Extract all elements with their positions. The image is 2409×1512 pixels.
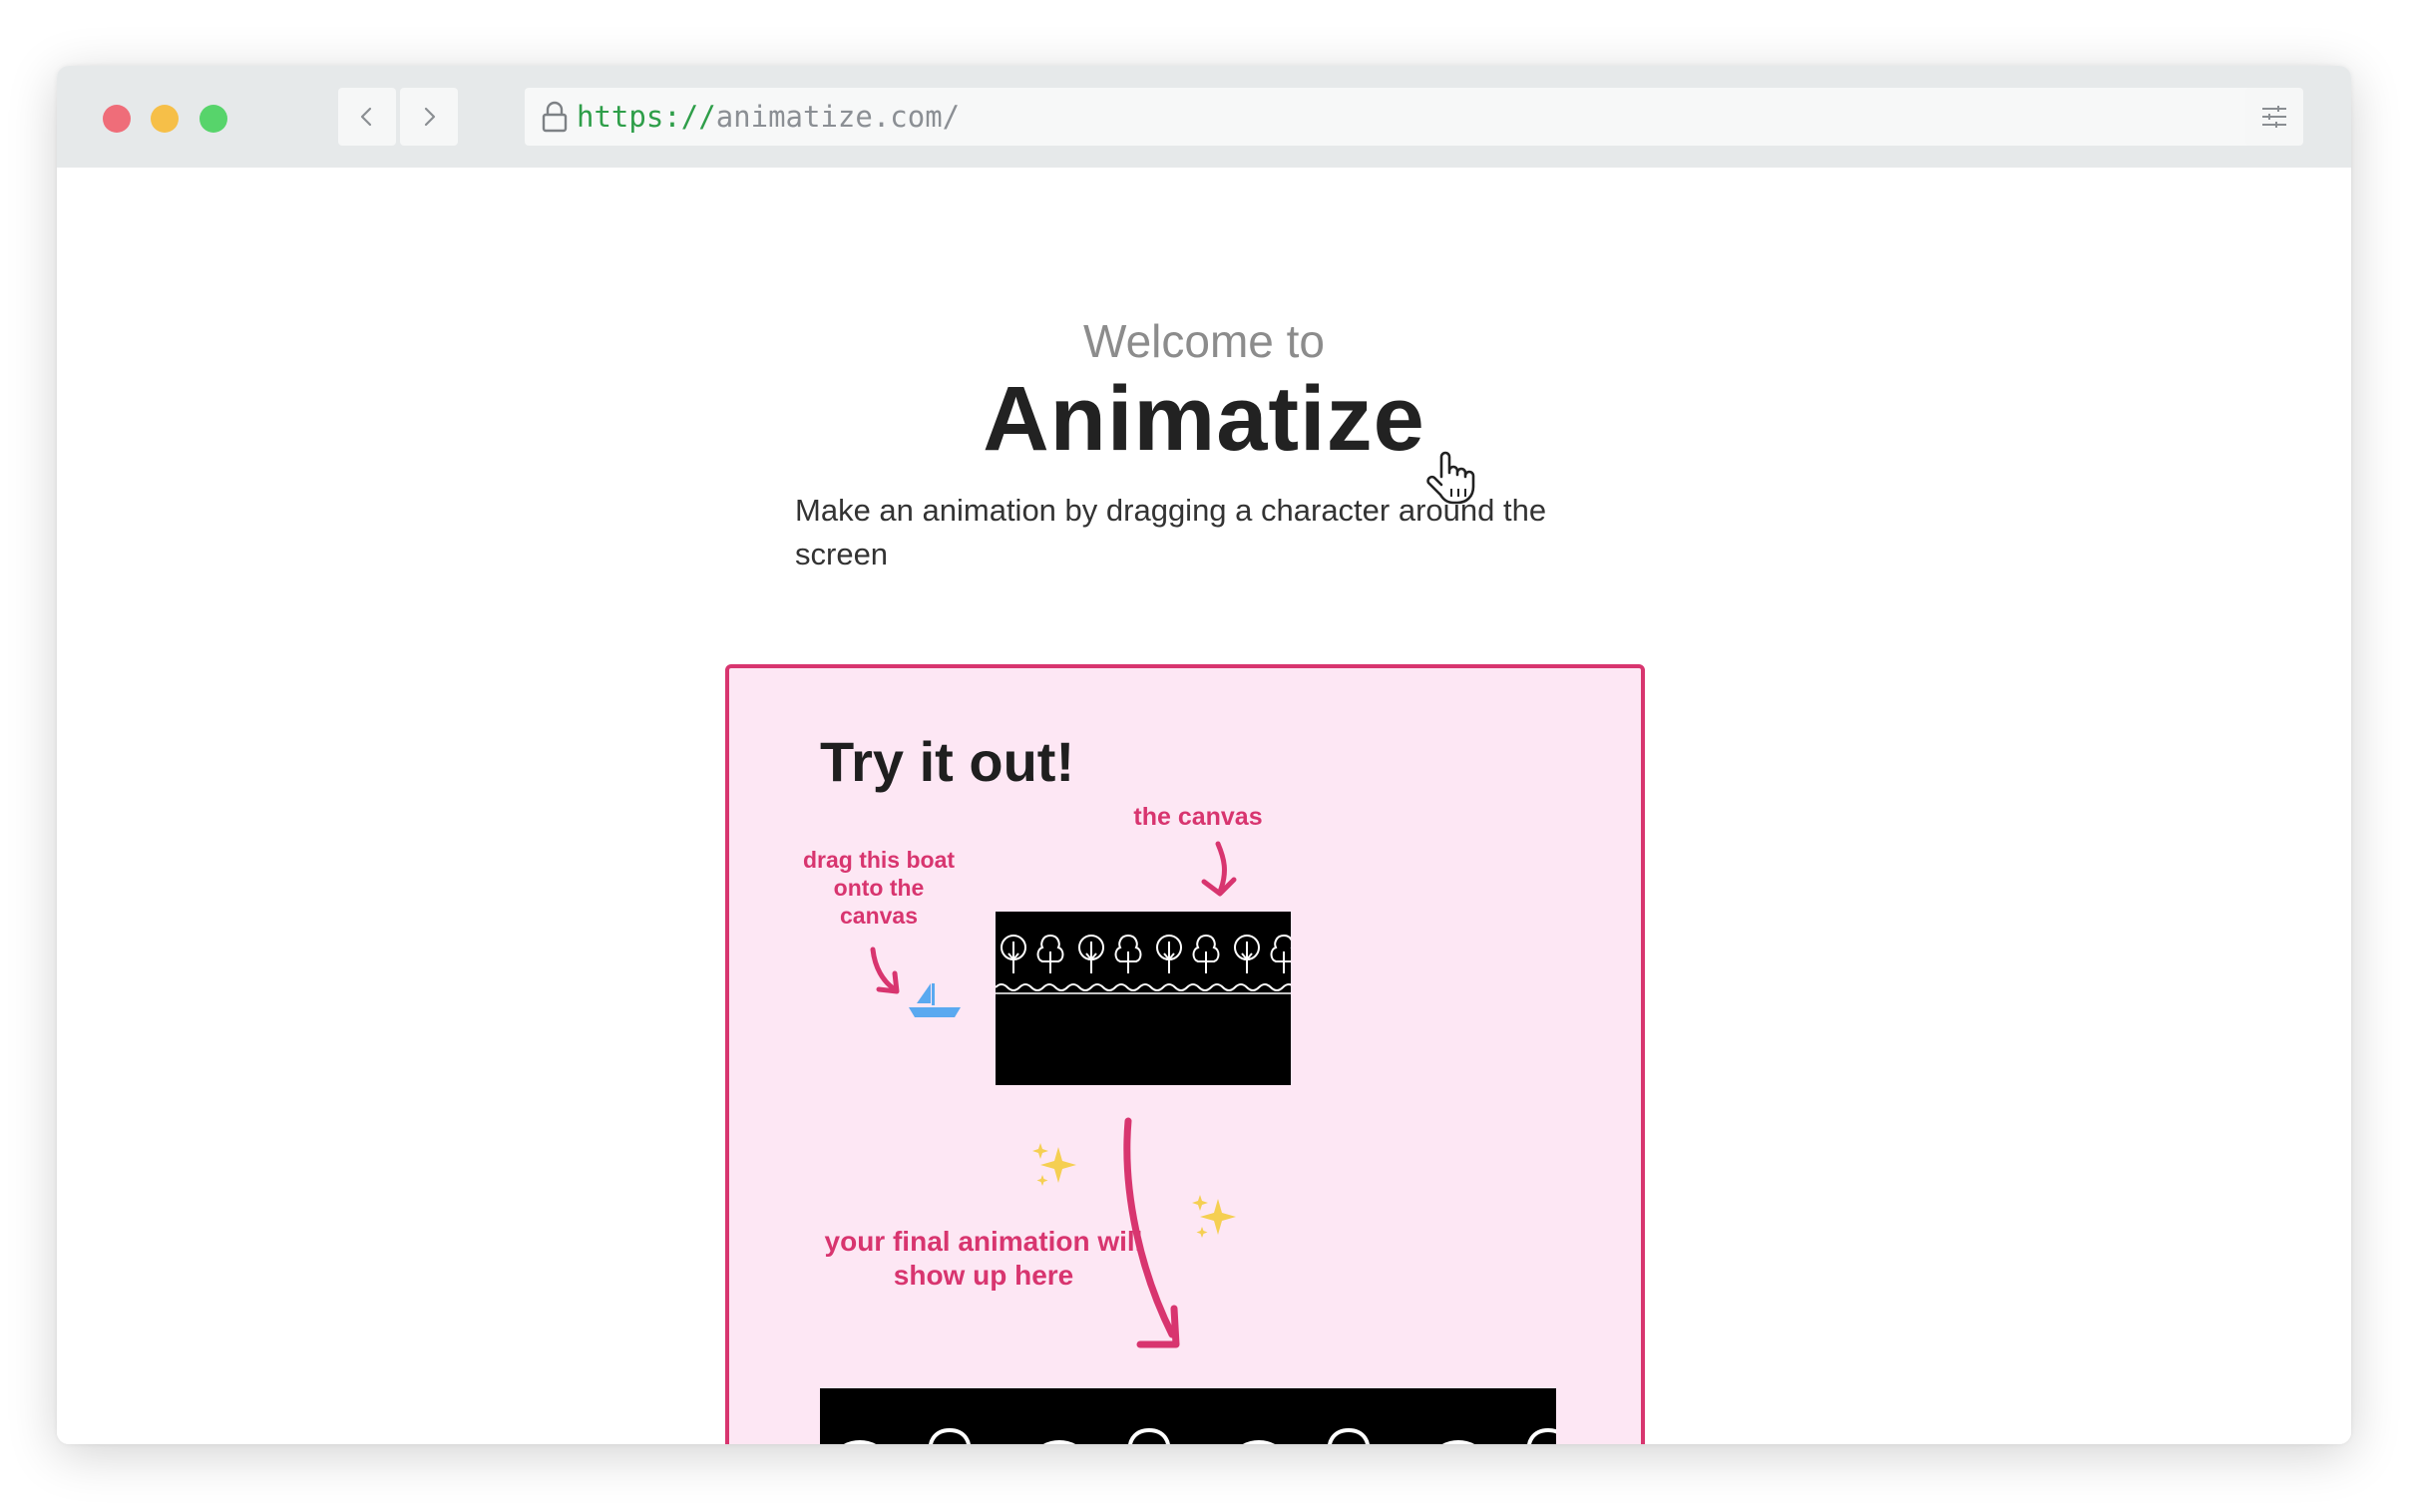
chevron-right-icon — [424, 107, 436, 127]
drawing-canvas[interactable] — [996, 912, 1291, 1085]
url-text: https://animatize.com/ — [577, 100, 960, 134]
lock-icon — [542, 101, 568, 133]
tree — [1043, 1440, 1075, 1444]
browser-window: https://animatize.com/ Welcome to Animat… — [57, 66, 2351, 1444]
boat-character[interactable] — [907, 979, 963, 1019]
welcome-text: Welcome to — [1082, 315, 1326, 367]
preview-scene — [844, 1427, 1556, 1444]
url-host: animatize.com/ — [715, 100, 961, 134]
demo-panel: Try it out! the canvas drag this boat on… — [725, 664, 1645, 1444]
canvas-scene — [996, 934, 1291, 994]
chevron-left-icon — [360, 107, 372, 127]
final-arrow — [1123, 1117, 1176, 1338]
tree — [1442, 1440, 1474, 1444]
animation-preview — [820, 1388, 1556, 1444]
back-button[interactable] — [338, 88, 396, 146]
page-title: Animatize — [983, 368, 1425, 470]
tree — [1270, 934, 1291, 962]
sparkle-icon — [1032, 1143, 1076, 1186]
url-scheme: https:// — [577, 100, 716, 134]
browser-toolbar: https://animatize.com/ — [57, 66, 2351, 168]
canvas-arrow-head — [1201, 877, 1237, 897]
tagline: Make an animation by dragging a characte… — [795, 493, 1547, 571]
tree — [1328, 1427, 1370, 1444]
tree-row-large — [844, 1427, 1556, 1444]
address-bar[interactable]: https://animatize.com/ — [525, 88, 2256, 146]
canvas-arrow — [1215, 841, 1227, 895]
drag-arrow — [870, 946, 898, 992]
water-wave — [996, 983, 1291, 991]
sparkle-icon — [1192, 1195, 1236, 1238]
close-window-button[interactable] — [103, 105, 131, 133]
browser-menu-button[interactable] — [2245, 88, 2303, 146]
sliders-icon — [2262, 106, 2286, 128]
tree — [929, 1427, 971, 1444]
page-content: Welcome to Animatize Make an animation b… — [57, 168, 2351, 1444]
tree-row-small — [1001, 934, 1291, 973]
tree — [844, 1440, 876, 1444]
tree — [1128, 1427, 1170, 1444]
minimize-window-button[interactable] — [151, 105, 179, 133]
forward-button[interactable] — [400, 88, 458, 146]
tree — [1527, 1427, 1556, 1444]
maximize-window-button[interactable] — [200, 105, 227, 133]
tree — [1243, 1440, 1275, 1444]
